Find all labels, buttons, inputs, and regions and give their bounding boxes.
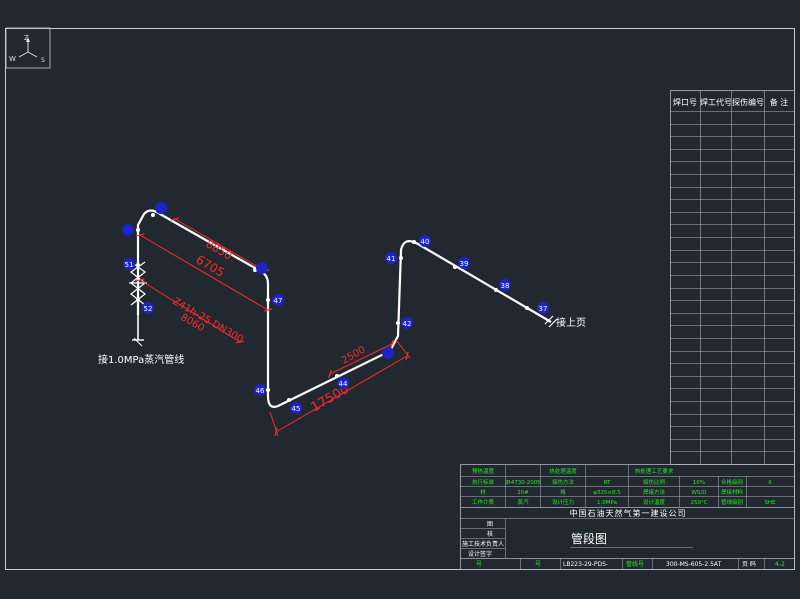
spec-cell: 热处理温度	[549, 467, 577, 475]
spec-cell: 格	[560, 488, 566, 496]
weld-node-45: 45	[287, 398, 302, 414]
spec-cell: 焊接方法	[643, 488, 666, 496]
spec-cell: 热处理工艺要求	[635, 467, 674, 475]
spec-cell: WS/D	[691, 490, 706, 496]
svg-text:44: 44	[339, 380, 348, 388]
axis-z-label: Z	[24, 34, 29, 42]
isometric-drawing-canvas: Z W S 焊口号 焊工代号 探伤编号 备 注 8850 6705 Z41h-2…	[5, 27, 795, 570]
weld-header-joint-no: 焊口号	[673, 97, 697, 107]
spec-cell: 材	[480, 488, 486, 496]
svg-text:38: 38	[501, 282, 510, 290]
axis-w-label: W	[9, 55, 16, 63]
svg-text:41: 41	[387, 255, 396, 263]
spec-cell: 设计温度	[643, 498, 666, 506]
spec-cell: 探伤比例	[643, 478, 666, 486]
bottom-page-label: 页 码	[742, 560, 756, 568]
bottom-code-label: 号	[535, 561, 541, 568]
left-label-design-sign: 设计签字	[468, 550, 492, 558]
svg-text:37: 37	[539, 305, 548, 313]
spec-cell: JB4730-2005	[504, 480, 541, 486]
spec-cell: 工作介质	[472, 498, 495, 506]
weld-node-40: 40	[412, 235, 431, 247]
svg-text:39: 39	[460, 260, 469, 268]
dimension-lines	[135, 217, 411, 437]
spec-cell: 250°C	[690, 500, 707, 506]
weld-header-remarks: 备 注	[770, 97, 789, 107]
svg-text:45: 45	[292, 405, 301, 413]
weld-node-37: 37	[525, 302, 549, 314]
spec-cell: 探伤方法	[552, 478, 575, 486]
bottom-page-no: 4-2	[775, 561, 785, 568]
weld-record-table: 焊口号 焊工代号 探伤编号 备 注	[670, 90, 795, 465]
weld-header-inspection-no: 探伤编号	[732, 97, 764, 107]
spec-cell: 焊接材料	[721, 488, 744, 496]
bottom-pipe-label: 管线号	[626, 560, 644, 568]
spec-cell: II	[768, 480, 772, 486]
svg-text:47: 47	[274, 297, 283, 305]
note-connect-steam-line: 接1.0MPa蒸汽管线	[98, 353, 184, 366]
svg-text:40: 40	[421, 238, 430, 246]
left-label-drawn: 图	[487, 521, 493, 528]
bottom-no-label: 号	[476, 561, 482, 568]
left-label-tech-lead: 施工技术负责人	[462, 540, 504, 548]
title-block: 预热温度 热处理温度 热处理工艺要求执行标准 JB4730-2005 探伤方法 RT 探伤比…	[460, 464, 795, 570]
spec-cell: 合格级别	[721, 478, 743, 486]
drawing-title: 管段图	[571, 531, 607, 546]
weld-node-43	[382, 347, 394, 359]
spec-cell: 10%	[693, 480, 705, 486]
weld-header-welder-code: 焊工代号	[700, 97, 732, 107]
weld-node-38: 38	[494, 279, 511, 292]
company-name: 中国石油天然气第一建设公司	[570, 508, 687, 518]
svg-text:42: 42	[403, 320, 412, 328]
svg-text:51: 51	[125, 261, 134, 269]
spec-cell: 1.0MPa	[597, 500, 617, 506]
dim-ext-17500-a	[269, 411, 279, 437]
svg-text:46: 46	[256, 387, 265, 395]
spec-cell: 管线级别	[721, 498, 743, 506]
spec-cell: 蒸汽	[517, 498, 529, 506]
spec-cell: 预热温度	[472, 467, 495, 475]
svg-text:52: 52	[144, 305, 153, 313]
bottom-pipe-no: 300-MS-605-2.5AT	[666, 561, 722, 568]
weld-node-39: 39	[453, 257, 470, 269]
spec-cell: φ325×8.5	[593, 490, 621, 496]
spec-cell: RT	[604, 480, 611, 486]
axis-gizmo: Z W S	[5, 27, 51, 69]
spec-cell: 设计压力	[552, 498, 574, 506]
note-connect-upper-page: 接上页	[556, 316, 586, 329]
spec-cell: SHE	[764, 500, 776, 506]
bottom-drawing-no: LB223-29-PDS-	[563, 561, 608, 568]
spec-cell: 执行标准	[472, 478, 495, 486]
dim-ext-17500-b	[395, 339, 411, 359]
left-label-checked: 核	[487, 530, 493, 538]
weld-node-49	[151, 202, 167, 217]
axis-s-label: S	[41, 57, 45, 64]
spec-cell: 20#	[517, 490, 529, 496]
